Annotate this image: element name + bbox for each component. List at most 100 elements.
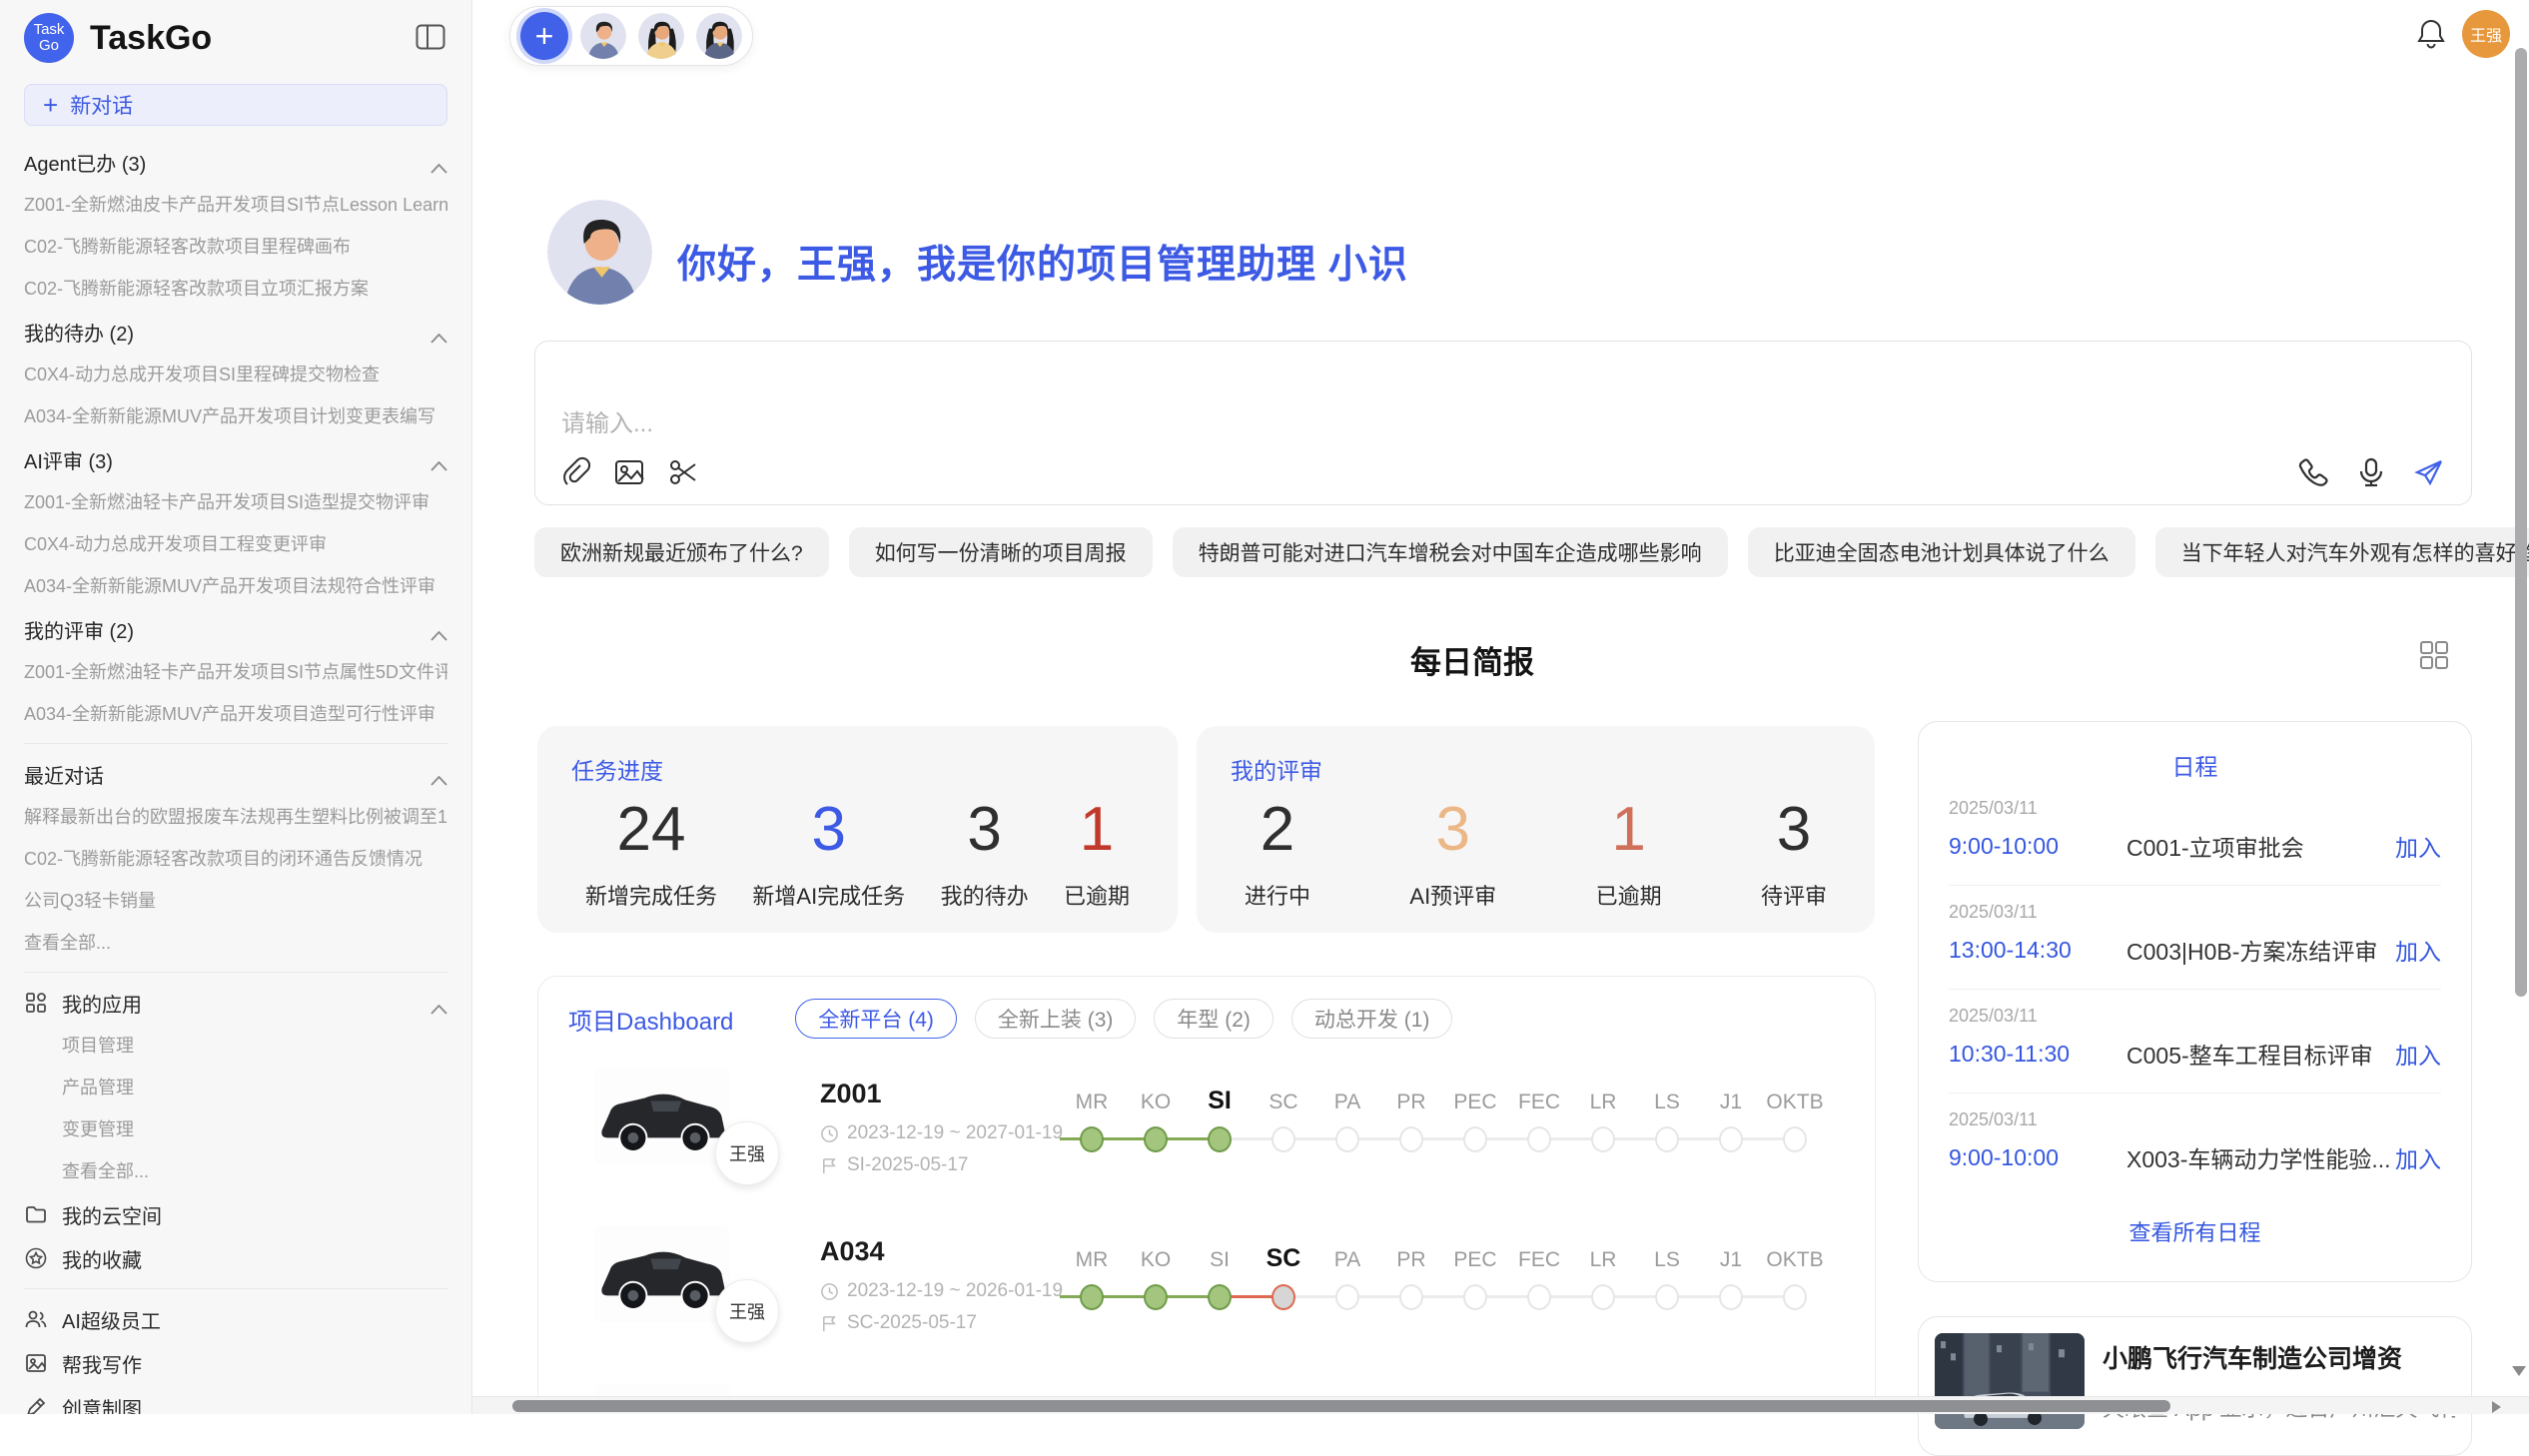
view-all-schedule-link[interactable]: 查看所有日程 — [1949, 1215, 2441, 1247]
image-icon[interactable] — [613, 456, 645, 488]
microphone-icon[interactable] — [2355, 456, 2387, 488]
member-avatar-2[interactable] — [638, 13, 684, 59]
sidebar-task-item[interactable]: Z001-全新燃油皮卡产品开发项目SI节点Lesson Learn报告 — [24, 184, 447, 226]
sidebar-task-item[interactable]: Z001-全新燃油轻卡产品开发项目SI造型提交物评审 — [24, 481, 447, 523]
milestone-cell: PEC — [1443, 1222, 1507, 1352]
sidebar-collapse-icon[interactable] — [416, 24, 445, 52]
stat-card-title: 我的评审 — [1231, 752, 1841, 786]
sidebar-task-item[interactable]: A034-全新新能源MUV产品开发项目计划变更表编写 — [24, 395, 447, 437]
app-sub-item[interactable]: 产品管理 — [24, 1067, 447, 1108]
app-sub-item[interactable]: 项目管理 — [24, 1025, 447, 1067]
app-sub-item[interactable]: 查看全部... — [24, 1150, 447, 1192]
scroll-down-arrow-icon[interactable] — [2512, 1366, 2526, 1376]
chevron-up-icon — [430, 454, 447, 464]
member-avatar-3[interactable] — [696, 13, 742, 59]
suggestion-chip[interactable]: 比亚迪全固态电池计划具体说了什么 — [1748, 527, 2135, 577]
new-chat-button[interactable]: + 新对话 — [24, 84, 447, 126]
app-sub-item[interactable]: 变更管理 — [24, 1108, 447, 1150]
sidebar-section-0[interactable]: Agent已办 (3) — [24, 140, 447, 184]
sidebar-task-item[interactable]: C02-飞腾新能源轻客改款项目里程碑画布 — [24, 226, 447, 268]
sidebar-section-2[interactable]: AI评审 (3) — [24, 437, 447, 481]
sidebar-tool-item[interactable]: 帮我写作 — [24, 1341, 447, 1385]
sidebar-task-item[interactable]: A034-全新新能源MUV产品开发项目造型可行性评审 — [24, 693, 447, 735]
layout-grid-icon[interactable] — [2418, 639, 2450, 671]
scroll-right-arrow-icon[interactable] — [2492, 1401, 2501, 1413]
project-owner-badge: 王强 — [715, 1279, 779, 1343]
milestone-cell: LS — [1635, 1065, 1699, 1194]
stat-value: 3 — [752, 794, 905, 865]
milestone-label: PR — [1379, 1091, 1443, 1114]
milestone-label: LR — [1571, 1091, 1635, 1114]
recent-chat-item[interactable]: 解释最新出台的欧盟报废车法规再生塑料比例被调至15%... — [24, 796, 447, 838]
milestone-cell: J1 — [1699, 1065, 1763, 1194]
join-link[interactable]: 加入 — [2395, 829, 2441, 863]
milestone-label: LR — [1571, 1248, 1635, 1272]
sidebar-item-favorites[interactable]: 我的收藏 — [24, 1236, 447, 1280]
chevron-up-icon — [430, 769, 447, 779]
recent-chat-item[interactable]: 查看全部... — [24, 922, 447, 964]
sidebar-task-item[interactable]: C0X4-动力总成开发项目工程变更评审 — [24, 523, 447, 565]
schedule-time: 9:00-10:00 — [1949, 833, 2126, 860]
tool-label: 帮我写作 — [62, 1349, 142, 1378]
project-date-range: 2023-12-19 ~ 2026-01-19 — [820, 1280, 1063, 1302]
sidebar-tool-item[interactable]: AI超级员工 — [24, 1297, 447, 1341]
suggestion-chip[interactable]: 如何写一份清晰的项目周报 — [849, 527, 1153, 577]
recent-chat-item[interactable]: C02-飞腾新能源轻客改款项目的闭环通告反馈情况 — [24, 838, 447, 880]
sidebar-task-item[interactable]: C02-飞腾新能源轻客改款项目立项汇报方案 — [24, 268, 447, 310]
scissors-icon[interactable] — [667, 456, 699, 488]
schedule-time: 10:30-11:30 — [1949, 1041, 2126, 1068]
join-link[interactable]: 加入 — [2395, 933, 2441, 967]
sidebar-task-item[interactable]: Z001-全新燃油轻卡产品开发项目SI节点属性5D文件评审 — [24, 651, 447, 693]
milestone-label: PA — [1315, 1091, 1379, 1114]
schedule-event: X003-车辆动力学性能验... — [2126, 1140, 2395, 1174]
sidebar-section-recent[interactable]: 最近对话 — [24, 752, 447, 796]
add-member-button[interactable]: + — [520, 12, 568, 60]
join-link[interactable]: 加入 — [2395, 1140, 2441, 1174]
news-card[interactable]: 小鹏飞行汽车制造公司增资 天眼查 App 显示，近日广州汇天飞行汽... — [1918, 1316, 2472, 1456]
recent-chat-item[interactable]: 公司Q3轻卡销量 — [24, 880, 447, 922]
tool-label: 创意制图 — [62, 1393, 142, 1415]
milestone-label: MR — [1060, 1248, 1124, 1272]
milestone-label: FEC — [1507, 1091, 1571, 1114]
suggestion-chip[interactable]: 当下年轻人对汽车外观有怎样的喜好趋势 — [2155, 527, 2529, 577]
milestone-label: J1 — [1699, 1248, 1763, 1272]
milestone-dot — [1719, 1126, 1743, 1152]
sidebar-item-my-apps[interactable]: 我的应用 — [24, 981, 447, 1025]
sidebar-item-cloud-space[interactable]: 我的云空间 — [24, 1192, 447, 1236]
schedule-date: 2025/03/11 — [1949, 1006, 2441, 1027]
milestone-label: SC — [1252, 1091, 1315, 1114]
stat-item: 2进行中 — [1245, 794, 1310, 911]
composer[interactable]: 请输入... — [534, 341, 2472, 505]
attachment-icon[interactable] — [559, 456, 591, 488]
filter-pill[interactable]: 全新平台 (4) — [795, 999, 957, 1039]
send-icon[interactable] — [2413, 456, 2445, 488]
join-link[interactable]: 加入 — [2395, 1037, 2441, 1071]
milestone-dot — [1655, 1126, 1679, 1152]
schedule-item: 2025/03/119:00-10:00C001-立项审批会加入 — [1949, 782, 2441, 886]
sidebar-task-item[interactable]: A034-全新新能源MUV产品开发项目法规符合性评审 — [24, 565, 447, 607]
user-avatar[interactable]: 王强 — [2462, 10, 2510, 58]
sidebar-tool-item[interactable]: 创意制图 — [24, 1385, 447, 1414]
horizontal-scrollbar-thumb[interactable] — [512, 1400, 2170, 1412]
sidebar-task-item[interactable]: C0X4-动力总成开发项目SI里程碑提交物检查 — [24, 354, 447, 395]
project-row[interactable]: 王强A0342023-12-19 ~ 2026-01-19SC-2025-05-… — [538, 1222, 1876, 1380]
filter-pill[interactable]: 全新上装 (3) — [975, 999, 1137, 1039]
suggestion-chip[interactable]: 特朗普可能对进口汽车增税会对中国车企造成哪些影响 — [1173, 527, 1728, 577]
filter-pill[interactable]: 动总开发 (1) — [1291, 999, 1453, 1039]
milestone-cell: LR — [1571, 1065, 1635, 1194]
milestone-dot — [1208, 1126, 1232, 1152]
tool-label: AI超级员工 — [62, 1305, 161, 1334]
people-icon — [24, 1307, 48, 1331]
milestone-cell: SI — [1188, 1222, 1252, 1352]
suggestion-chip[interactable]: 欧洲新规最近颁布了什么? — [534, 527, 829, 577]
project-row[interactable]: 王强Z0012023-12-19 ~ 2027-01-19SI-2025-05-… — [538, 1065, 1876, 1222]
member-avatar-1[interactable] — [580, 13, 626, 59]
phone-icon[interactable] — [2297, 456, 2329, 488]
sidebar-section-1[interactable]: 我的待办 (2) — [24, 310, 447, 354]
sidebar-section-3[interactable]: 我的评审 (2) — [24, 607, 447, 651]
filter-pill[interactable]: 年型 (2) — [1154, 999, 1273, 1039]
vertical-scrollbar[interactable] — [2515, 48, 2527, 997]
horizontal-scrollbar-track[interactable] — [472, 1396, 2529, 1414]
notification-bell-icon[interactable] — [2416, 18, 2446, 50]
apps-grid-icon — [24, 991, 48, 1015]
